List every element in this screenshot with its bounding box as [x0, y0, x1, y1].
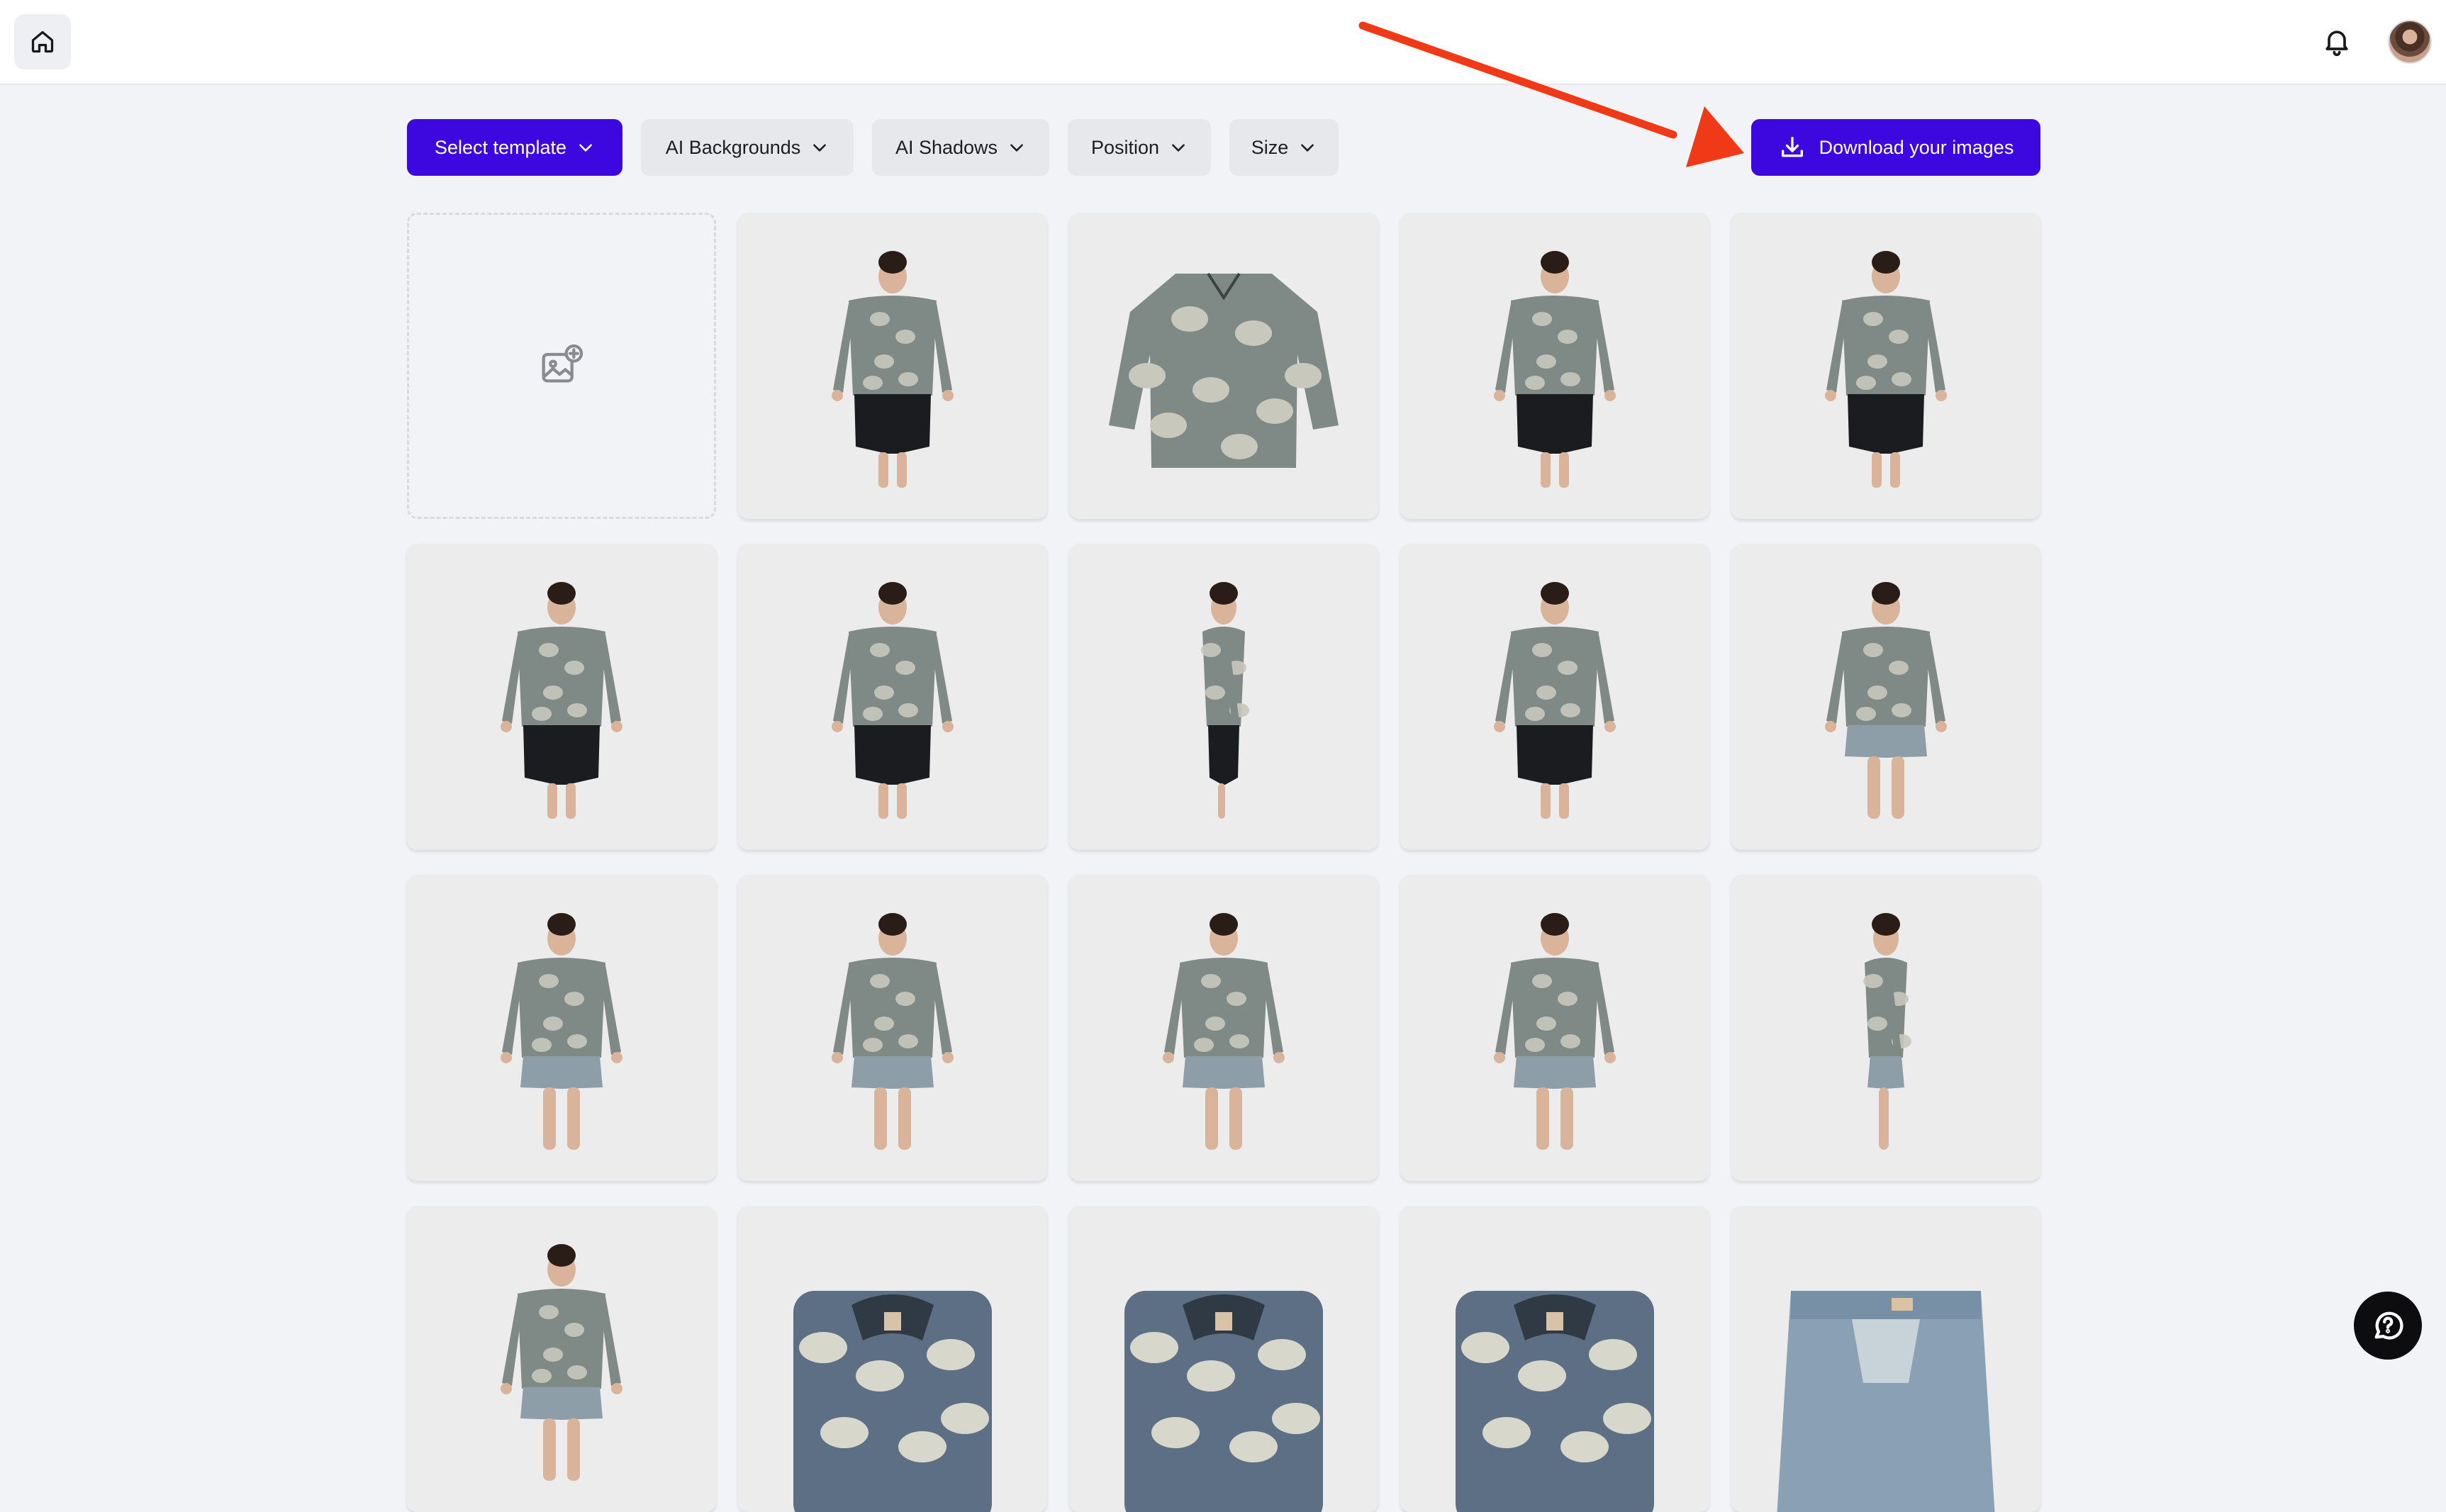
size-dropdown[interactable]: Size [1229, 119, 1339, 176]
product-image [1777, 1291, 1995, 1512]
image-tile[interactable] [738, 875, 1047, 1181]
image-tile[interactable] [1069, 544, 1378, 850]
image-tile[interactable] [1400, 544, 1709, 850]
image-tile[interactable] [738, 544, 1047, 850]
image-tile[interactable] [738, 213, 1047, 519]
download-images-button[interactable]: Download your images [1751, 119, 2040, 176]
image-tile[interactable] [1731, 1206, 2040, 1512]
product-image [793, 1291, 992, 1512]
image-tile[interactable] [1069, 875, 1378, 1181]
image-tile[interactable] [407, 875, 716, 1181]
image-tile[interactable] [1400, 1206, 1709, 1512]
image-tile[interactable] [1731, 875, 2040, 1181]
help-icon [2374, 1311, 2403, 1340]
product-image [1863, 913, 1911, 1150]
home-button[interactable] [14, 14, 71, 69]
product-image [832, 251, 954, 488]
product-image [1456, 1291, 1654, 1512]
select-template-label: Select template [434, 136, 567, 158]
size-label: Size [1251, 136, 1289, 158]
top-bar [0, 0, 2446, 85]
image-tile[interactable] [738, 1206, 1047, 1512]
product-image [1494, 913, 1616, 1150]
chevron-down-icon [1172, 144, 1185, 152]
toolbar: Select template AI Backgrounds AI Shadow… [0, 119, 2446, 177]
chevron-down-icon [1010, 144, 1023, 152]
position-dropdown[interactable]: Position [1068, 119, 1211, 176]
download-icon [1781, 137, 1803, 157]
product-image [501, 582, 622, 819]
image-tile[interactable] [407, 544, 716, 850]
bell-icon[interactable] [2321, 26, 2352, 57]
product-image [1825, 251, 1947, 488]
help-button[interactable] [2354, 1292, 2422, 1360]
product-image [1201, 582, 1249, 819]
select-template-dropdown[interactable]: Select template [407, 119, 622, 176]
product-image [1494, 582, 1616, 819]
product-image [1163, 913, 1285, 1150]
chevron-down-icon [579, 144, 592, 152]
image-tile[interactable] [407, 1206, 716, 1512]
chevron-down-icon [1301, 144, 1314, 152]
home-icon [31, 30, 54, 53]
product-image [501, 913, 622, 1150]
product-image [1109, 272, 1339, 468]
product-image [501, 1244, 622, 1481]
ai-backgrounds-label: AI Backgrounds [665, 136, 801, 158]
image-tile[interactable] [1731, 213, 2040, 519]
product-image [1494, 251, 1616, 488]
add-image-icon [542, 344, 583, 383]
image-tile[interactable] [1069, 213, 1378, 519]
image-tile[interactable] [1400, 875, 1709, 1181]
ai-shadows-dropdown[interactable]: AI Shadows [872, 119, 1049, 176]
ai-shadows-label: AI Shadows [895, 136, 998, 158]
image-tile[interactable] [1400, 213, 1709, 519]
product-image [1124, 1291, 1323, 1512]
product-image [832, 582, 954, 819]
product-image [1825, 582, 1947, 819]
user-avatar[interactable] [2388, 20, 2432, 64]
download-label: Download your images [1819, 136, 2014, 158]
image-tile[interactable] [1731, 544, 2040, 850]
upload-tile[interactable] [407, 213, 716, 519]
chevron-down-icon [813, 144, 827, 152]
position-label: Position [1090, 136, 1160, 158]
product-image [832, 913, 954, 1150]
image-tile[interactable] [1069, 1206, 1378, 1512]
ai-backgrounds-dropdown[interactable]: AI Backgrounds [641, 119, 854, 176]
